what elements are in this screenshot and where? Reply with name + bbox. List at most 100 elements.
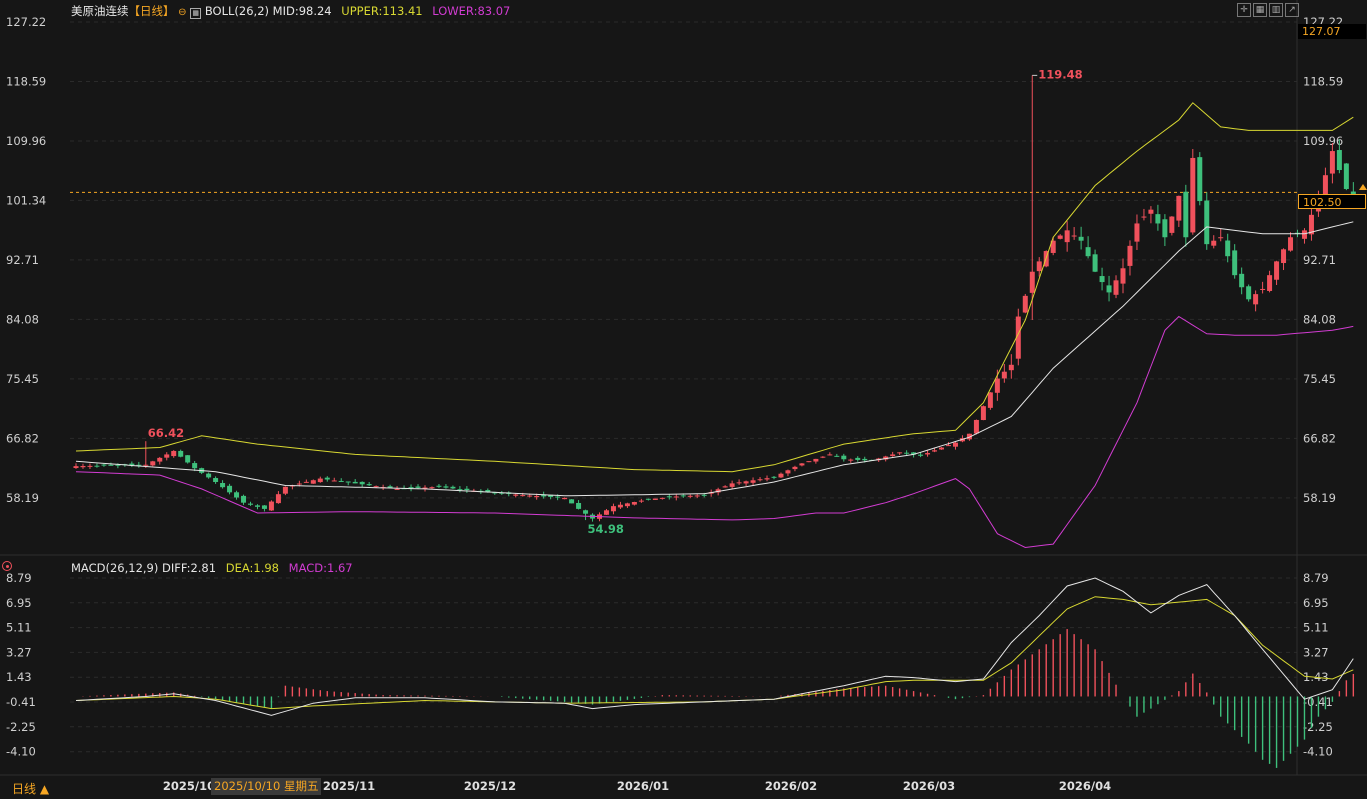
candle-body: [241, 495, 247, 503]
candle-body: [1106, 285, 1112, 293]
boll-upper-value: UPPER:113.41: [341, 4, 423, 18]
candle-body: [303, 481, 309, 483]
time-axis-label: 2026/04: [1059, 779, 1111, 793]
crosshair-icon[interactable]: ✛: [1237, 3, 1251, 17]
candle-body: [1218, 237, 1224, 239]
candle-body: [248, 503, 253, 505]
candle-body: [555, 496, 561, 498]
price-pointer-icon[interactable]: [1359, 184, 1367, 190]
candle-body: [1274, 261, 1280, 280]
share-icon[interactable]: ↗: [1285, 3, 1299, 17]
boll-mid-value: MID:98.24: [272, 4, 332, 18]
bars-icon[interactable]: ▥: [1269, 3, 1283, 17]
macd-tick-right: -4.10: [1303, 745, 1333, 759]
period-switch-button[interactable]: 日线 ▲: [12, 780, 49, 797]
candle-body: [80, 466, 86, 468]
candle-body: [848, 459, 854, 461]
circle-minus-icon[interactable]: ⊖: [178, 7, 186, 18]
candle-body: [457, 489, 463, 491]
candle-body: [973, 419, 979, 434]
macd-dot-icon[interactable]: [2, 561, 12, 571]
macd-tick-right: 6.95: [1303, 596, 1329, 610]
price-tick-left: 84.08: [6, 312, 39, 326]
macd-label[interactable]: MACD(26,12,9): [71, 561, 158, 575]
candle-body: [666, 496, 672, 498]
candle-body: [827, 454, 833, 456]
candle-body: [331, 480, 337, 482]
candle-body: [1211, 240, 1217, 246]
candle-body: [617, 504, 623, 508]
candle-body: [282, 486, 288, 494]
price-chart-header: 美原油连续【日线】 ⊖ ▦ BOLL(26,2) MID:98.24 UPPER…: [71, 3, 510, 19]
candle-body: [1260, 288, 1266, 290]
candle-body: [394, 488, 400, 490]
candle-body: [1120, 268, 1126, 284]
candle-body: [254, 505, 260, 507]
candle-body: [631, 501, 637, 505]
macd-tick-left: 8.79: [6, 571, 32, 585]
candle-body: [841, 455, 847, 460]
candle-body: [946, 445, 951, 447]
candle-body: [101, 464, 107, 466]
cursor-date-label: 2025/10/10 星期五: [211, 778, 322, 795]
candle-body: [799, 463, 805, 466]
candle-body: [1085, 247, 1091, 257]
time-axis-label: 2025/11: [323, 779, 375, 793]
candle-body: [1162, 219, 1168, 238]
price-tick-right: 58.19: [1303, 491, 1336, 505]
candle-body: [834, 455, 840, 457]
grid-icon[interactable]: ▦: [1253, 3, 1267, 17]
candle-body: [1267, 275, 1273, 291]
macd-tick-right: 8.79: [1303, 571, 1329, 585]
candle-body: [1246, 286, 1252, 300]
candle-body: [345, 481, 351, 483]
candle-body: [1113, 280, 1119, 295]
candle-body: [373, 486, 379, 488]
candle-body: [513, 494, 519, 496]
candle-body: [436, 485, 442, 487]
candle-body: [1336, 150, 1342, 171]
candle-body: [750, 480, 756, 483]
candle-body: [813, 458, 819, 462]
candle-body: [352, 481, 358, 484]
candle-body: [450, 486, 456, 489]
candle-body: [87, 465, 93, 467]
candle-body: [764, 478, 770, 480]
candle-body: [150, 461, 156, 466]
candle-body: [701, 494, 707, 496]
candle-body: [980, 406, 986, 421]
price-tick-right: 92.71: [1303, 253, 1336, 267]
candle-body: [757, 479, 763, 481]
candle-body: [890, 454, 896, 457]
candle-body: [1057, 235, 1063, 239]
period-label[interactable]: 【日线】: [129, 4, 175, 18]
candle-body: [576, 502, 582, 509]
price-tick-right: 75.45: [1303, 372, 1336, 386]
macd-tick-left: 6.95: [6, 596, 32, 610]
candle-body: [1301, 230, 1307, 239]
candle-body: [1008, 364, 1014, 371]
candle-body: [897, 452, 903, 454]
boll-mid-line: [75, 221, 1354, 497]
macd-tick-left: 3.27: [6, 645, 32, 659]
candle-body: [1064, 230, 1070, 243]
candle-body: [1134, 223, 1140, 242]
macd-tick-right: 3.27: [1303, 645, 1329, 659]
macd-tick-left: 5.11: [6, 621, 32, 635]
candle-body: [366, 484, 372, 486]
candle-body: [227, 485, 233, 493]
candle-body: [673, 496, 679, 498]
candle-body: [1036, 261, 1042, 272]
macd-tick-left: 1.43: [6, 670, 32, 684]
top-price-tag: 127.07: [1298, 24, 1366, 39]
indicator-icon[interactable]: ▦: [190, 8, 202, 19]
time-axis-label: 2025/12: [464, 779, 516, 793]
chart-canvas[interactable]: 127.22 127.22118.59 118.59109.96 109.96101.…: [0, 0, 1367, 799]
candle-body: [527, 495, 533, 497]
candle-body: [932, 450, 938, 452]
candle-body: [1239, 273, 1245, 288]
boll-label[interactable]: BOLL(26,2): [205, 4, 269, 18]
candle-body: [408, 487, 414, 489]
macd-tick-right: -2.25: [1303, 720, 1333, 734]
candle-body: [638, 500, 644, 502]
